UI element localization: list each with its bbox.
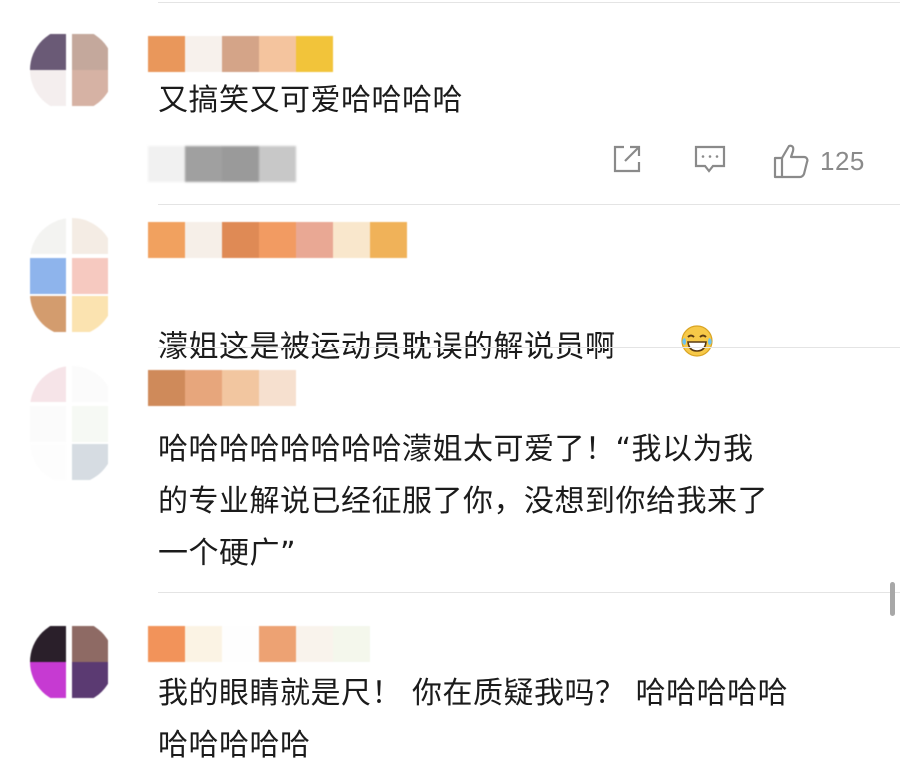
thumbs-up-icon bbox=[772, 142, 810, 180]
username-redacted[interactable] bbox=[148, 36, 333, 72]
comment-text: 又搞笑又可爱哈哈哈哈 bbox=[158, 83, 463, 118]
like-button[interactable]: 125 bbox=[772, 142, 865, 180]
scrollbar-thumb[interactable] bbox=[890, 582, 895, 616]
avatar[interactable] bbox=[30, 620, 114, 704]
comment-button[interactable] bbox=[692, 142, 728, 176]
username-redacted[interactable] bbox=[148, 370, 296, 406]
comment-text: 哈哈哈哈哈哈哈哈濛姐太可爱了！“我以为我 的专业解说已经征服了你，没想到你给我来… bbox=[158, 432, 768, 571]
share-icon bbox=[610, 142, 644, 176]
avatar[interactable] bbox=[30, 218, 114, 336]
share-button[interactable] bbox=[610, 142, 644, 176]
timestamp-redacted bbox=[148, 146, 296, 182]
divider-top bbox=[158, 2, 900, 3]
avatar[interactable] bbox=[30, 28, 114, 112]
comment-icon bbox=[692, 142, 728, 176]
comment-text: 我的眼睛就是尺！ 你在质疑我吗？ 哈哈哈哈哈 哈哈哈哈哈 bbox=[158, 676, 789, 763]
username-redacted[interactable] bbox=[148, 626, 370, 662]
like-count: 125 bbox=[820, 145, 865, 176]
avatar[interactable] bbox=[30, 366, 114, 484]
divider bbox=[158, 347, 900, 348]
username-redacted[interactable] bbox=[148, 222, 407, 258]
laughing-tears-emoji bbox=[620, 278, 714, 418]
divider bbox=[158, 592, 900, 593]
divider bbox=[158, 204, 900, 205]
